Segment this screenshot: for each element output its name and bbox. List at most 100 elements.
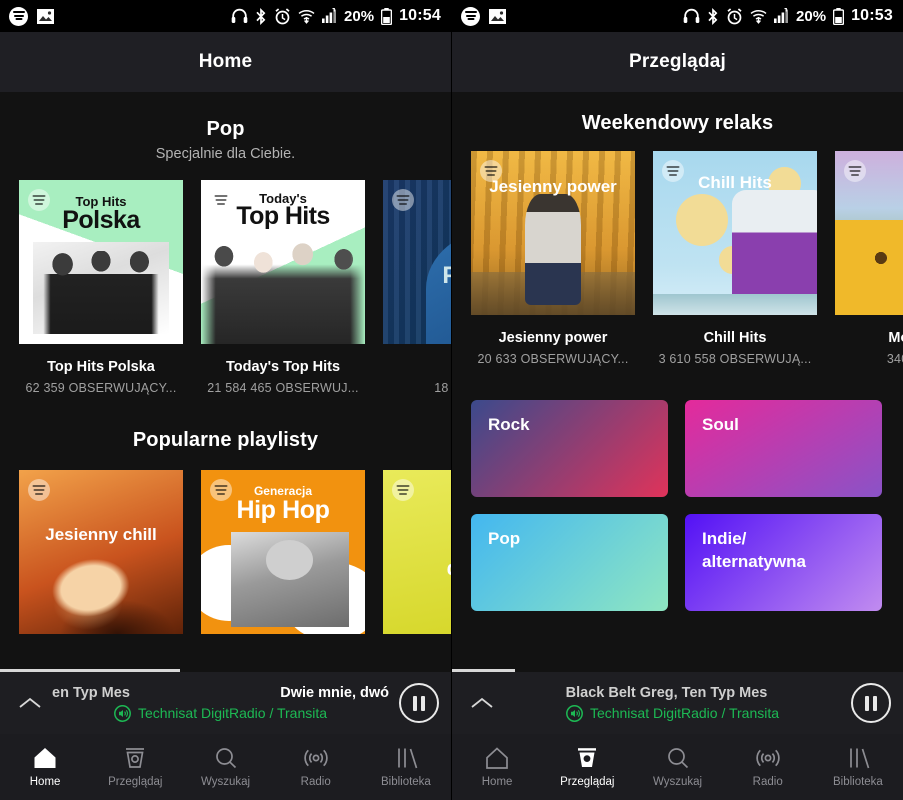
now-playing-source-row[interactable]: Technisat DigitRadio / Transita <box>52 704 389 722</box>
genre-tile-indie[interactable]: Indie/ alternatywna <box>685 514 882 611</box>
album-art[interactable]: Generacja Hip Hop <box>201 470 365 634</box>
album-art[interactable]: Pop <box>383 180 451 344</box>
card-title: Pop <box>383 359 451 375</box>
now-playing-info[interactable]: Black Belt Greg, Ten Typ Mes Technisat D… <box>500 685 845 722</box>
playlist-card[interactable]: Jesienny chill <box>19 470 183 634</box>
browse-icon <box>122 746 148 770</box>
art-line2: B dob <box>383 532 451 582</box>
pause-bar <box>865 695 869 711</box>
chevron-up-icon[interactable] <box>464 695 500 711</box>
page-title: Home <box>198 51 253 72</box>
playlist-card[interactable]: B dob <box>383 470 451 634</box>
genre-tile-pop[interactable]: Pop <box>471 514 668 611</box>
speaker-icon[interactable] <box>114 704 131 722</box>
album-art[interactable]: Jesienny power <box>471 151 635 315</box>
status-bar: 20% 10:53 <box>452 0 903 32</box>
nav-label: Home <box>29 776 61 788</box>
genre-tile-grid[interactable]: Rock Soul Pop Indie/ alternatywna <box>452 366 903 611</box>
playlist-card[interactable]: Today's Top Hits Today's Top Hits 21 584… <box>201 180 365 395</box>
playlist-card[interactable]: Pop Pop 18 027 OB <box>383 180 451 395</box>
nav-item-home[interactable]: Home <box>452 734 542 800</box>
card-title: Jesienny power <box>498 330 608 346</box>
status-bar-right-icons: 20% 10:54 <box>231 7 441 25</box>
art-line2: Pop <box>442 262 451 289</box>
status-bar-left-icons <box>461 6 506 26</box>
headphones-icon <box>231 8 248 24</box>
scroll-content[interactable]: Weekendowy relaks Jesienny power Jesienn… <box>452 92 903 672</box>
card-followers: 21 584 465 OBSERWUJ... <box>207 381 359 395</box>
card-row-pop[interactable]: Top Hits Polska Top Hits Polska 62 359 O… <box>0 162 451 395</box>
now-playing-artist: en Typ Mes <box>52 684 130 701</box>
genre-tile-soul[interactable]: Soul <box>685 400 882 497</box>
nav-item-przegladaj[interactable]: Przeglądaj <box>542 734 632 800</box>
album-art[interactable]: B dob <box>383 470 451 634</box>
now-playing-titles: Black Belt Greg, Ten Typ Mes <box>504 685 841 701</box>
card-followers: 340 887 O <box>886 352 903 366</box>
phone-screen-home: 20% 10:54 Home Pop Specjalnie dla Ciebie… <box>0 0 451 800</box>
playlist-card[interactable]: Jesienny power Jesienny power 20 633 OBS… <box>471 151 635 366</box>
chevron-up-icon[interactable] <box>12 695 48 711</box>
album-art[interactable]: M Mo <box>835 151 903 315</box>
scroll-content[interactable]: Pop Specjalnie dla Ciebie. Top Hits Pols… <box>0 92 451 672</box>
nav-item-biblioteka[interactable]: Biblioteka <box>361 734 451 800</box>
spotify-icon <box>461 6 480 26</box>
playlist-card[interactable]: M Mo Morning 340 887 O <box>835 151 903 366</box>
nav-item-home[interactable]: Home <box>0 734 90 800</box>
playlist-card[interactable]: Top Hits Polska Top Hits Polska 62 359 O… <box>19 180 183 395</box>
section-title-popularne: Popularne playlisty <box>132 429 319 451</box>
card-row-popularne[interactable]: Jesienny chill Generacja Hip Hop <box>0 452 451 634</box>
battery-percent-label: 20% <box>344 7 375 25</box>
now-playing-source: Technisat DigitRadio / Transita <box>137 705 328 721</box>
radio-icon <box>754 746 782 770</box>
album-art[interactable]: Jesienny chill <box>19 470 183 634</box>
image-icon <box>489 8 506 25</box>
section-subtitle-pop: Specjalnie dla Ciebie. <box>155 146 296 162</box>
nav-item-wyszukaj[interactable]: Wyszukaj <box>180 734 270 800</box>
nav-item-radio[interactable]: Radio <box>723 734 813 800</box>
genre-label: Rock <box>488 415 530 434</box>
genre-tile-rock[interactable]: Rock <box>471 400 668 497</box>
now-playing-bar[interactable]: Black Belt Greg, Ten Typ Mes Technisat D… <box>452 672 903 734</box>
art-shape <box>835 219 903 315</box>
album-art[interactable]: Top Hits Polska <box>19 180 183 344</box>
alarm-icon <box>726 7 743 25</box>
spotify-badge-icon <box>28 189 50 211</box>
art-photo <box>525 193 581 306</box>
card-followers: 20 633 OBSERWUJĄCY... <box>477 352 629 366</box>
browse-icon <box>574 746 600 770</box>
nav-item-radio[interactable]: Radio <box>271 734 361 800</box>
speaker-icon[interactable] <box>566 704 583 722</box>
spotify-badge-icon <box>392 189 414 211</box>
nav-item-biblioteka[interactable]: Biblioteka <box>813 734 903 800</box>
pause-button[interactable] <box>399 683 439 723</box>
now-playing-artist: Black Belt Greg, Ten Typ Mes <box>565 684 768 701</box>
playlist-card[interactable]: Generacja Hip Hop <box>201 470 365 634</box>
bottom-navigation[interactable]: Home Przeglądaj Wyszukaj Radio Bibliotek… <box>0 734 451 800</box>
now-playing-source-row[interactable]: Technisat DigitRadio / Transita <box>504 704 841 722</box>
now-playing-info[interactable]: en Typ Mes Dwie mnie, dwó Technisat Digi… <box>48 685 393 722</box>
nav-item-wyszukaj[interactable]: Wyszukaj <box>632 734 722 800</box>
card-followers: 62 359 OBSERWUJĄCY... <box>25 381 177 395</box>
clock-label: 10:53 <box>851 7 893 24</box>
bottom-navigation[interactable]: Home Przeglądaj Wyszukaj Radio Bibliotek… <box>452 734 903 800</box>
album-art[interactable]: Chill Hits <box>653 151 817 315</box>
playlist-card[interactable]: Chill Hits Chill Hits 3 610 558 OBSERWUJ… <box>653 151 817 366</box>
home-icon <box>32 746 58 770</box>
library-icon <box>393 746 419 770</box>
signal-icon <box>322 7 337 24</box>
search-icon <box>213 746 239 770</box>
pause-button[interactable] <box>851 683 891 723</box>
album-art[interactable]: Today's Top Hits <box>201 180 365 344</box>
card-title: Morning <box>888 330 903 346</box>
art-line2: Jesienny chill <box>45 525 157 544</box>
spotify-icon <box>9 6 28 26</box>
art-line2: Polska <box>62 206 140 234</box>
spotify-badge-icon <box>210 189 232 211</box>
nav-label: Radio <box>752 776 783 788</box>
battery-percent-label: 20% <box>796 7 827 25</box>
card-row-weekendowy[interactable]: Jesienny power Jesienny power 20 633 OBS… <box>452 135 903 366</box>
status-bar-right-icons: 20% 10:53 <box>683 7 893 25</box>
nav-item-przegladaj[interactable]: Przeglądaj <box>90 734 180 800</box>
nav-label: Biblioteka <box>832 776 883 788</box>
now-playing-bar[interactable]: en Typ Mes Dwie mnie, dwó Technisat Digi… <box>0 672 451 734</box>
